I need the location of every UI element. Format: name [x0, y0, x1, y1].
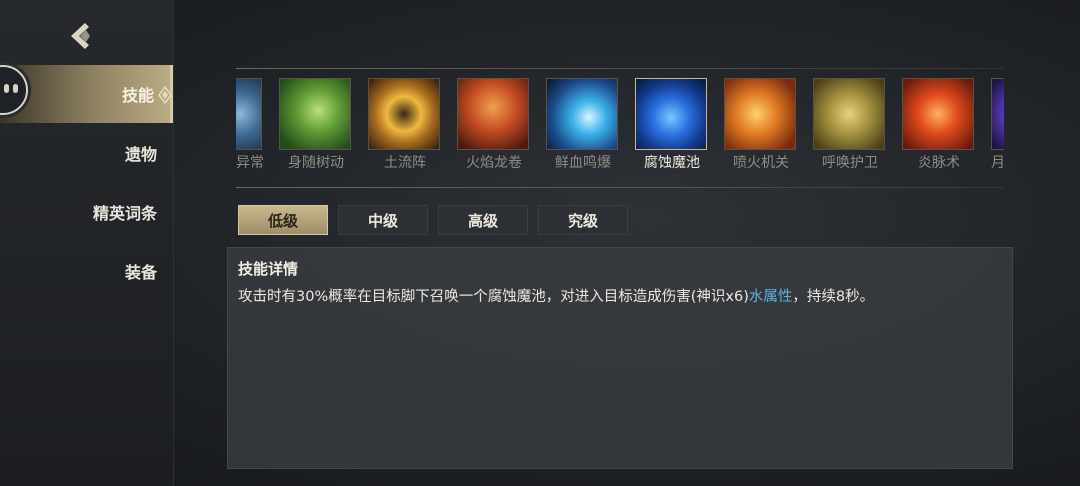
skill-name: 异常 [236, 155, 264, 171]
tab-level-ultimate[interactable]: 究级 [538, 205, 628, 235]
tab-label: 高级 [467, 211, 498, 230]
sidebar-item-label: 装备 [124, 263, 157, 282]
tab-level-low[interactable]: 低级 [238, 205, 328, 235]
description-text: 攻击时有30%概率在目标脚下召唤一个腐蚀魔池，对进入目标造成伤害(神识x6) [238, 289, 749, 305]
tab-level-mid[interactable]: 中级 [338, 205, 428, 235]
flame-vein-icon [902, 78, 974, 150]
skill-item[interactable]: 呼唤护卫 [813, 78, 887, 178]
sidebar-item-relics[interactable]: 遗物 [0, 124, 173, 182]
chevron-left-icon [71, 23, 90, 49]
skill-detail-panel: 技能详情 攻击时有30%概率在目标脚下召唤一个腐蚀魔池，对进入目标造成伤害(神识… [227, 247, 1013, 469]
skill-name: 月 [991, 155, 1004, 171]
skill-name: 腐蚀魔池 [644, 155, 700, 171]
strip-divider-bottom [236, 187, 1004, 188]
leaf-figure-icon [279, 78, 351, 150]
detail-title: 技能详情 [238, 260, 299, 278]
description-text-end: ，持续8秒。 [792, 289, 875, 305]
skill-item[interactable]: 鲜血鸣爆 [546, 78, 620, 178]
corrosion-pool-icon [635, 78, 707, 150]
summon-guard-icon [813, 78, 885, 150]
detail-description: 攻击时有30%概率在目标脚下召唤一个腐蚀魔池，对进入目标造成伤害(神识x6)水属… [238, 287, 1002, 307]
sidebar-item-label: 遗物 [124, 145, 157, 164]
earth-vortex-icon [368, 78, 440, 150]
flame-cannon-icon [724, 78, 796, 150]
skill-name: 炎脉术 [918, 155, 960, 171]
element-attribute: 水属性 [748, 289, 793, 305]
skill-carousel[interactable]: 异常 身随树动 土流阵 火焰龙卷 鲜血鸣爆 腐蚀魔池 喷火机关 呼唤护卫 炎脉术… [236, 68, 1004, 188]
skill-item[interactable]: 火焰龙卷 [457, 78, 531, 178]
sidebar: 技能 遗物 精英词条 装备 [0, 0, 174, 486]
tab-level-high[interactable]: 高级 [438, 205, 528, 235]
skill-name: 呼唤护卫 [822, 155, 878, 171]
skill-name: 土流阵 [384, 155, 426, 171]
diamond-marker-icon [158, 86, 172, 104]
skill-item[interactable]: 喷火机关 [724, 78, 798, 178]
sidebar-item-label: 精英词条 [92, 204, 157, 223]
tab-label: 中级 [367, 211, 398, 230]
skill-item[interactable]: 身随树动 [279, 78, 353, 178]
skill-name: 身随树动 [288, 155, 344, 171]
skill-item[interactable]: 炎脉术 [902, 78, 976, 178]
skill-item-selected[interactable]: 腐蚀魔池 [635, 78, 709, 178]
sidebar-item-equipment[interactable]: 装备 [0, 242, 173, 300]
skill-item[interactable]: 月 [991, 78, 1004, 178]
tab-label: 究级 [567, 211, 598, 230]
fire-tornado-icon [457, 78, 529, 150]
sidebar-item-label: 技能 [121, 86, 154, 105]
skill-item[interactable]: 异常 [236, 78, 264, 178]
tab-label: 低级 [267, 211, 298, 230]
purple-orb-icon [991, 78, 1004, 150]
skill-name: 鲜血鸣爆 [555, 155, 611, 171]
skill-name: 喷火机关 [733, 155, 789, 171]
back-button[interactable] [64, 20, 100, 52]
ice-swirl-icon [236, 78, 262, 150]
skill-item[interactable]: 土流阵 [368, 78, 442, 178]
sidebar-item-elite-affixes[interactable]: 精英词条 [0, 183, 173, 241]
skill-name: 火焰龙卷 [466, 155, 522, 171]
blood-blast-icon [546, 78, 618, 150]
